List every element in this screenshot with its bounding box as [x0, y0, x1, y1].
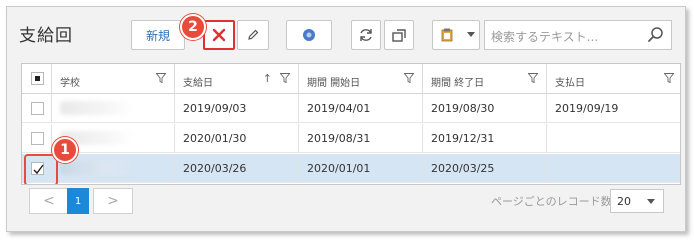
clipboard-dropdown[interactable]	[432, 20, 480, 50]
sort-ascending-icon: ↑	[262, 72, 272, 85]
page-title: 支給回	[19, 26, 73, 46]
edit-button[interactable]	[237, 20, 269, 50]
pager-next-button[interactable]: >	[93, 188, 133, 214]
grid-header: 学校 支給日 ↑ 期間 開始日 期間 終了日 支払日	[22, 64, 680, 94]
pencil-icon	[248, 29, 259, 40]
table-row-selected[interactable]: 2020/03/26 2020/01/01 2020/03/25	[22, 154, 680, 183]
per-page-label: ページごとのレコード数	[491, 195, 612, 208]
grid-panel: 支給回 新規 検索するテキスト... 学校 支給日 ↑ 期間 開始日 期間 終了…	[6, 6, 686, 232]
filter-icon[interactable]	[528, 73, 538, 83]
search-input[interactable]: 検索するテキスト...	[484, 20, 672, 50]
step-badge-2: 2	[180, 14, 206, 40]
pay-date-cell: 2020/03/26	[175, 154, 299, 183]
per-page-value: 20	[617, 195, 631, 208]
paid-date-cell: 2019/09/19	[555, 102, 619, 115]
filter-icon[interactable]	[404, 73, 414, 83]
period-end-cell: 2019/12/31	[423, 124, 547, 153]
period-start-cell: 2020/01/01	[299, 154, 423, 183]
export-button[interactable]	[384, 20, 414, 50]
checkbox-highlight-annotation	[24, 154, 58, 184]
step-badge-1: 1	[52, 137, 78, 163]
column-header-paid-date[interactable]: 支払日	[547, 64, 680, 94]
period-end-cell: 2019/08/30	[423, 94, 547, 123]
table-row[interactable]: 2019/09/03 2019/04/01 2019/08/30 2019/09…	[22, 94, 680, 123]
help-button[interactable]	[286, 20, 332, 50]
pay-date-cell: 2020/01/30	[175, 124, 299, 153]
period-start-cell: 2019/04/01	[299, 94, 423, 123]
table-row[interactable]: 2020/01/30 2019/08/31 2019/12/31	[22, 124, 680, 153]
pay-date-cell: 2019/09/03	[175, 94, 299, 123]
column-header-school[interactable]: 学校	[52, 64, 175, 94]
chevron-down-icon	[647, 199, 655, 204]
new-button[interactable]: 新規	[131, 20, 185, 50]
redacted-school-name	[60, 101, 134, 115]
filter-icon[interactable]	[280, 73, 290, 83]
redacted-school-name	[60, 161, 134, 175]
row-checkbox[interactable]	[31, 102, 44, 115]
export-icon	[392, 29, 406, 42]
row-select-cell	[22, 124, 52, 153]
per-page-select[interactable]: 20	[610, 189, 664, 213]
pager-page-1[interactable]: 1	[67, 188, 89, 214]
filter-icon[interactable]	[664, 73, 674, 83]
column-header-period-end[interactable]: 期間 終了日	[423, 64, 547, 94]
filter-icon[interactable]	[156, 73, 166, 83]
refresh-icon	[360, 29, 372, 41]
paid-date-cell	[547, 154, 680, 183]
delete-button[interactable]	[203, 20, 235, 50]
period-start-cell: 2019/08/31	[299, 124, 423, 153]
search-placeholder: 検索するテキスト...	[491, 30, 599, 44]
row-checkbox[interactable]	[31, 132, 44, 145]
select-all-checkbox[interactable]	[31, 72, 44, 85]
row-select-cell	[22, 94, 52, 123]
close-icon	[212, 28, 226, 42]
pager-prev-button[interactable]: <	[29, 188, 69, 214]
school-cell	[52, 94, 175, 123]
select-all-cell	[22, 64, 52, 94]
search-icon[interactable]	[647, 26, 665, 44]
clipboard-icon	[441, 28, 453, 42]
chevron-down-icon	[467, 32, 475, 37]
column-header-period-start[interactable]: 期間 開始日	[299, 64, 423, 94]
column-header-pay-date[interactable]: 支給日 ↑	[175, 64, 299, 94]
paid-date-cell	[547, 124, 680, 153]
help-icon	[303, 29, 315, 41]
data-grid: 学校 支給日 ↑ 期間 開始日 期間 終了日 支払日 2019/09/03 20…	[21, 63, 681, 185]
period-end-cell: 2020/03/25	[423, 154, 547, 183]
refresh-button[interactable]	[351, 20, 381, 50]
